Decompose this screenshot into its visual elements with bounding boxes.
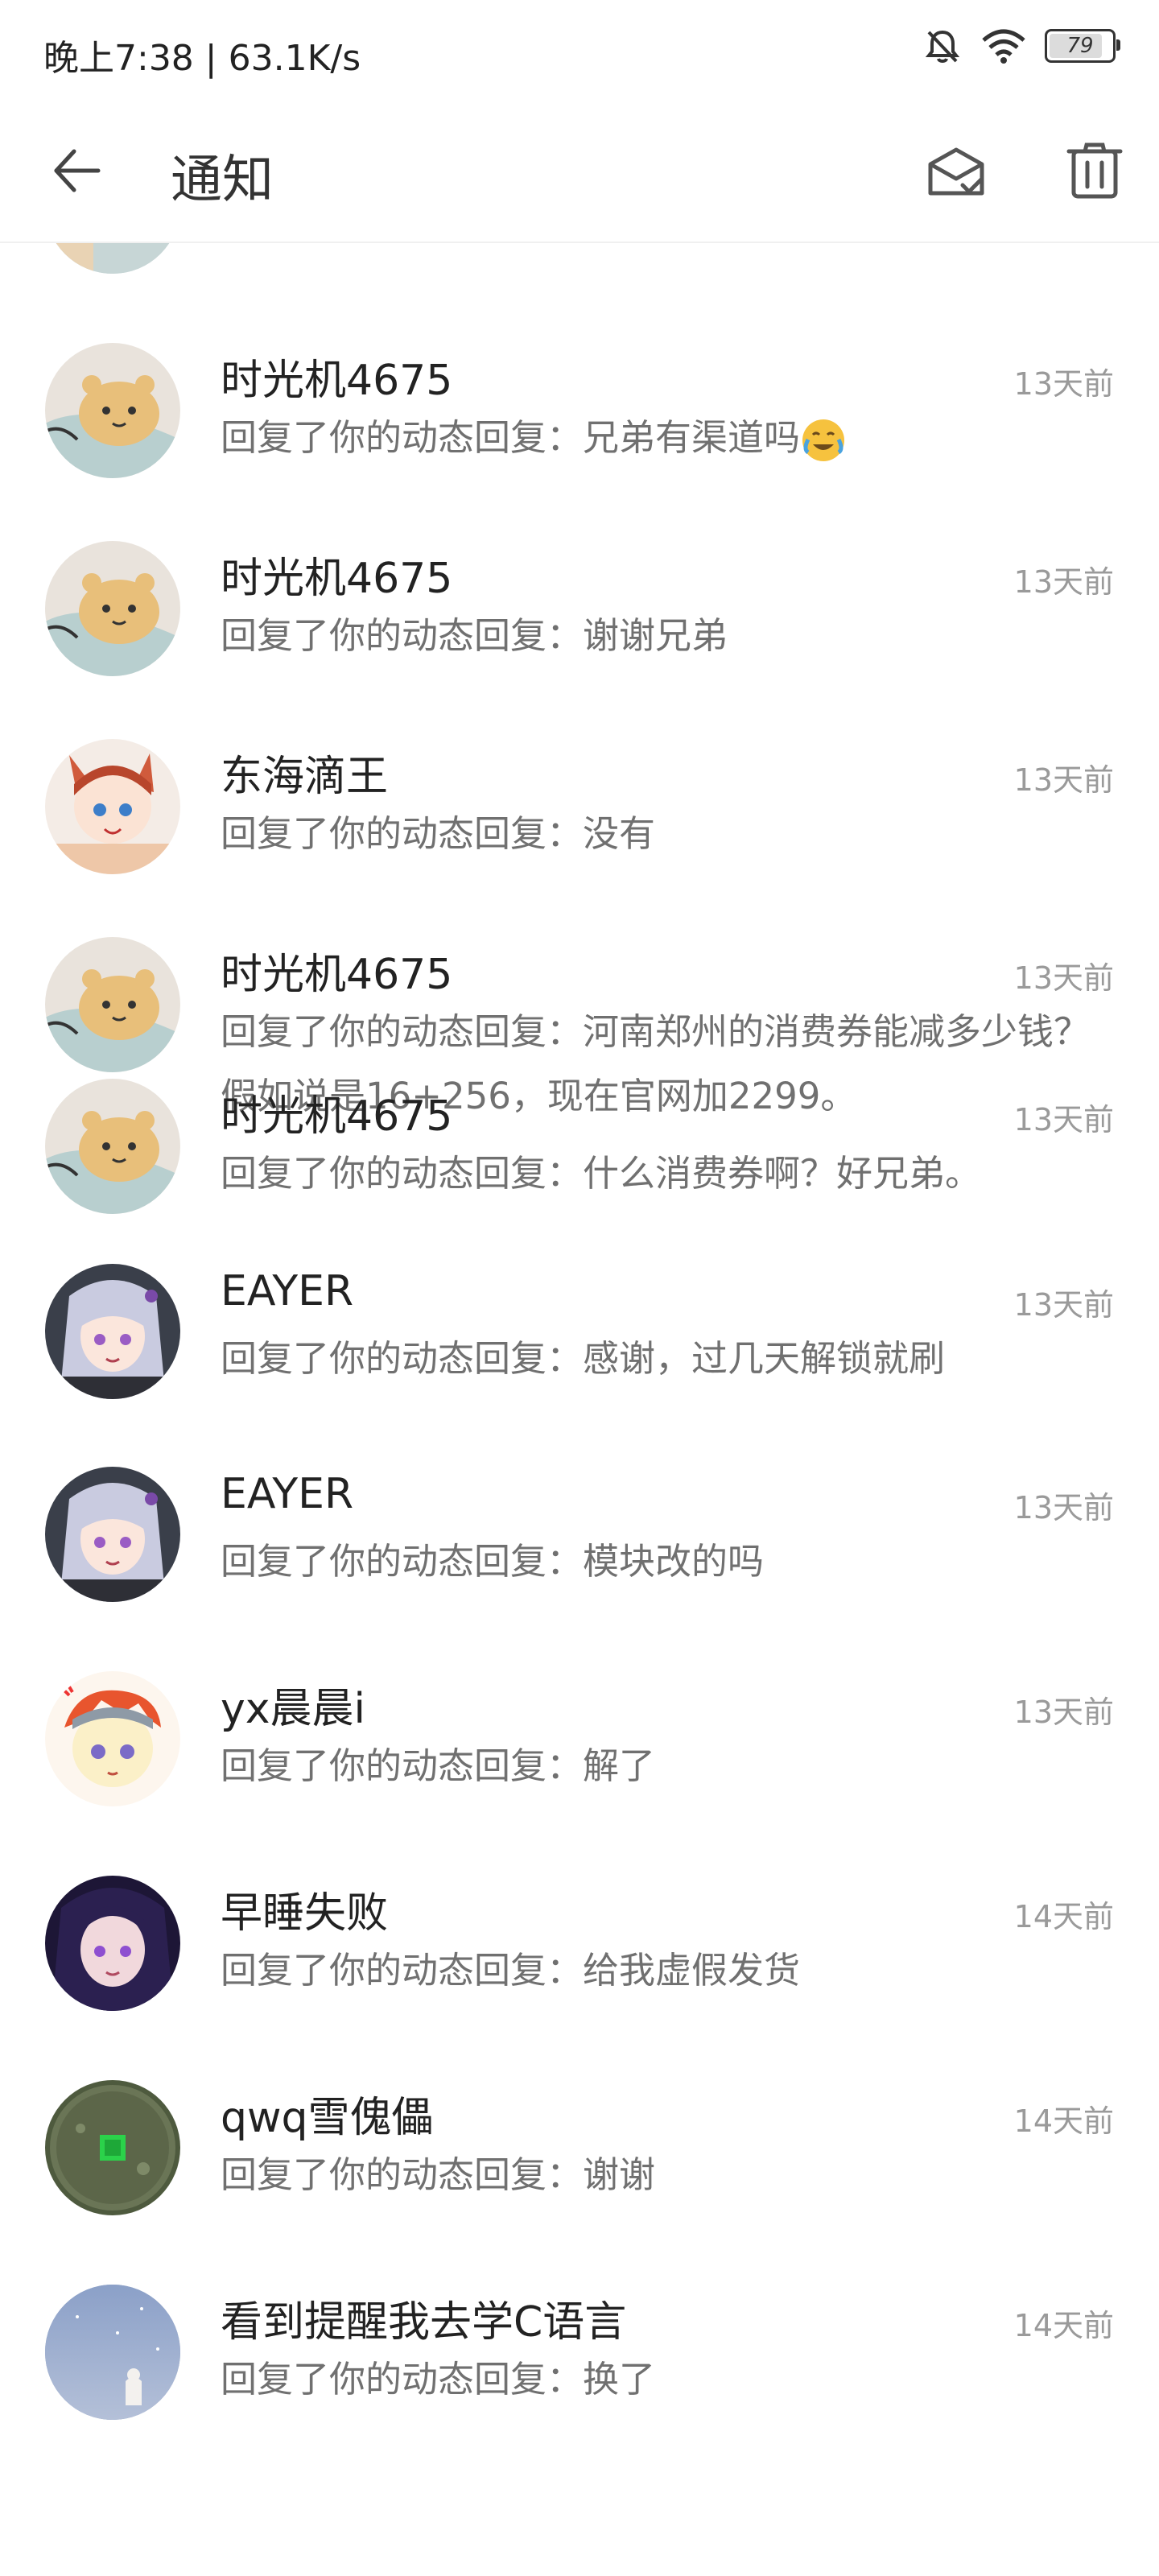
- timestamp: 13天前: [1013, 564, 1114, 600]
- status-time-speed: 晚上7:38 | 63.1K/s: [43, 38, 361, 79]
- status-icons: 79: [922, 26, 1120, 66]
- username[interactable]: 东海滴王: [221, 742, 388, 803]
- message-prefix: 回复了你的动态回复：: [221, 2153, 584, 2196]
- timestamp: 13天前: [1013, 762, 1114, 798]
- notification-item[interactable]: 时光机4675 13天前 回复了你的动态回复：河南郑州的消费券能减多少钱？假如说…: [0, 850, 1159, 1117]
- timestamp: 13天前: [1013, 366, 1114, 402]
- timestamp: 14天前: [1013, 1899, 1114, 1934]
- avatar[interactable]: [45, 937, 180, 1072]
- message-prefix: 回复了你的动态回复：: [221, 1010, 584, 1053]
- username[interactable]: 时光机4675: [221, 346, 452, 407]
- trash-icon[interactable]: [1064, 140, 1125, 201]
- notification-message: 回复了你的动态回复：谢谢: [221, 2143, 1114, 2207]
- notification-item[interactable]: yx晨晨i 13天前 回复了你的动态回复：解了: [0, 1671, 1159, 1919]
- username[interactable]: EAYER: [221, 1470, 353, 1518]
- timestamp: 13天前: [1013, 1102, 1114, 1137]
- mark-all-read-icon[interactable]: [926, 140, 987, 201]
- avatar[interactable]: [45, 2080, 180, 2215]
- notification-item[interactable]: 早睡失败 14天前 回复了你的动态回复：给我虚假发货: [0, 1876, 1159, 2122]
- username[interactable]: 时光机4675: [221, 940, 452, 1001]
- arrow-left-icon[interactable]: [48, 142, 106, 200]
- notification-item[interactable]: 东海滴王 13天前 回复了你的动态回复：没有: [0, 647, 1159, 874]
- message-text: 换了: [583, 2358, 656, 2401]
- username[interactable]: EAYER: [221, 1267, 353, 1315]
- timestamp: 13天前: [1013, 1490, 1114, 1525]
- notification-message: 回复了你的动态回复：感谢，过几天解锁就刷: [221, 1327, 1114, 1391]
- message-prefix: 回复了你的动态回复：: [221, 1337, 584, 1380]
- avatar[interactable]: [45, 2285, 180, 2420]
- battery-icon: 79: [1045, 29, 1120, 63]
- notification-item[interactable]: 看到提醒我去学C语言 14天前 回复了你的动态回复：换了: [0, 2285, 1159, 2528]
- avatar[interactable]: [45, 1264, 180, 1399]
- timestamp: 13天前: [1013, 1695, 1114, 1730]
- notification-item[interactable]: EAYER 13天前 回复了你的动态回复：感谢，过几天解锁就刷: [0, 1264, 1159, 1513]
- notification-message: 回复了你的动态回复：换了: [221, 2347, 1114, 2412]
- username[interactable]: qwq雪傀儡: [221, 2083, 434, 2144]
- avatar[interactable]: [45, 1467, 180, 1602]
- timestamp: 14天前: [1013, 2308, 1114, 2343]
- avatar[interactable]: [45, 1079, 180, 1214]
- mute-bell-icon: [925, 30, 960, 63]
- status-bar: 晚上7:38 | 63.1K/s 79: [0, 0, 1159, 100]
- message-text: 感谢，过几天解锁就刷: [583, 1337, 946, 1380]
- message-prefix: 回复了你的动态回复：: [221, 1949, 584, 1992]
- wifi-icon: [982, 29, 1025, 64]
- notification-message: 回复了你的动态回复：什么消费券啊？好兄弟。: [221, 1141, 1114, 1206]
- message-prefix: 回复了你的动态回复：: [221, 2358, 584, 2401]
- message-prefix: 回复了你的动态回复：: [221, 1152, 584, 1195]
- notification-message: 回复了你的动态回复：模块改的吗: [221, 1530, 1114, 1594]
- page-title: 通知: [171, 151, 274, 210]
- battery-percent: 79: [1066, 34, 1094, 58]
- notification-item[interactable]: EAYER 13天前 回复了你的动态回复：模块改的吗: [0, 1467, 1159, 1716]
- username[interactable]: 时光机4675: [221, 544, 452, 605]
- timestamp: 13天前: [1013, 960, 1114, 996]
- message-text: 给我虚假发货: [583, 1949, 801, 1992]
- message-prefix: 回复了你的动态回复：: [221, 812, 584, 855]
- message-prefix: 回复了你的动态回复：: [221, 1540, 584, 1583]
- message-text: 没有: [583, 812, 656, 855]
- notification-message: 回复了你的动态回复：给我虚假发货: [221, 1938, 1114, 2003]
- notification-item[interactable]: 时光机4675 13天前 回复了你的动态回复：什么消费券啊？好兄弟。: [0, 1079, 1159, 1311]
- timestamp: 14天前: [1013, 2103, 1114, 2139]
- notification-message: 回复了你的动态回复：解了: [221, 1734, 1114, 1798]
- username[interactable]: yx晨晨i: [221, 1674, 365, 1735]
- message-text: 解了: [583, 1744, 656, 1787]
- timestamp: 13天前: [1013, 1287, 1114, 1323]
- username[interactable]: 早睡失败: [221, 1879, 388, 1939]
- message-text: 谢谢: [583, 2153, 656, 2196]
- avatar[interactable]: [45, 1876, 180, 2011]
- message-text: 模块改的吗: [583, 1540, 765, 1583]
- notification-item[interactable]: 时光机4675 13天前 回复了你的动态回复：谢谢兄弟: [0, 444, 1159, 676]
- message-text: 什么消费券啊？好兄弟。: [583, 1152, 982, 1195]
- avatar[interactable]: [45, 1671, 180, 1806]
- notification-list: 时光机4675 13天前 回复了你的动态回复：兄弟有渠道吗 时光机4675 13…: [0, 242, 1159, 2528]
- username[interactable]: 看到提醒我去学C语言: [221, 2288, 626, 2348]
- message-prefix: 回复了你的动态回复：: [221, 1744, 584, 1787]
- username[interactable]: 时光机4675: [221, 1082, 452, 1142]
- page-header: 通知: [0, 100, 1159, 243]
